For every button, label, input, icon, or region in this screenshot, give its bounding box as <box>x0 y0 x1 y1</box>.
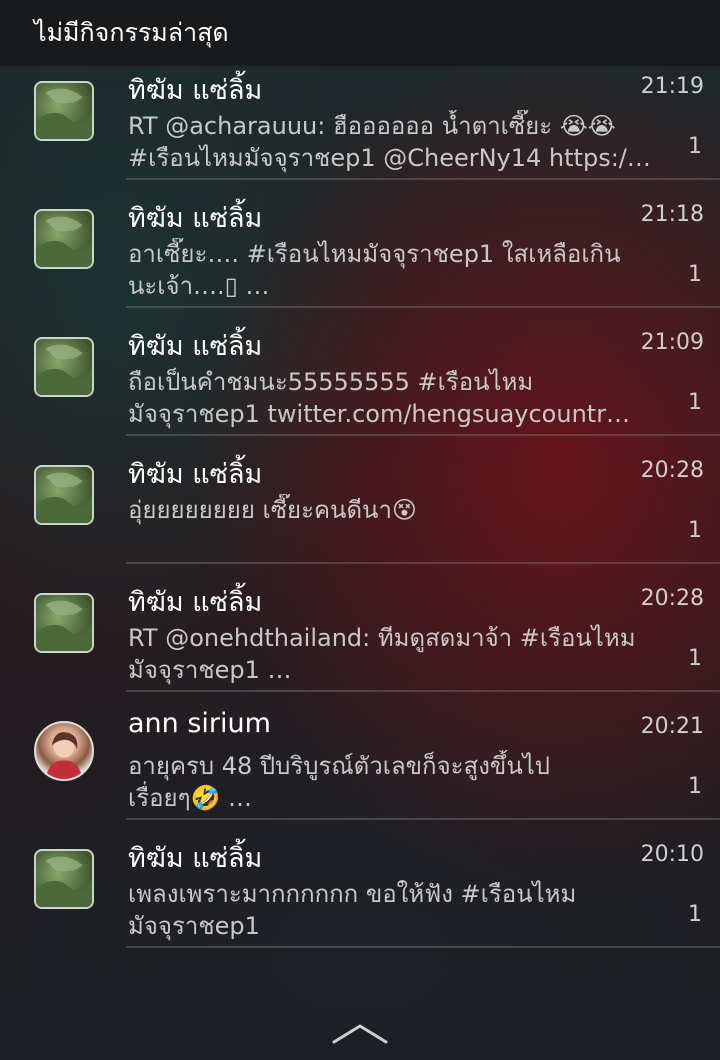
message-preview: RT @acharauuu: ฮืออออออ น้ำตาเซี๊ยะ 😭😭 #… <box>128 112 651 172</box>
sender-name: ทิฆัม แซ่ลิ้ม <box>128 843 263 874</box>
timestamp: 21:19 <box>640 74 704 99</box>
notification-item[interactable]: ทิฆัม แซ่ลิ้ม 20:28 RT @onehdthailand: ท… <box>0 564 720 692</box>
message-preview: เพลงเพราะมากกกกกก ขอให้ฟัง #เรือนไหม มัจ… <box>128 880 577 940</box>
avatar[interactable] <box>34 465 94 525</box>
divider <box>126 946 720 948</box>
sender-name: ann sirium <box>128 708 271 739</box>
avatar[interactable] <box>34 209 94 269</box>
count-badge: 1 <box>688 902 702 927</box>
notification-item[interactable]: ทิฆัม แซ่ลิ้ม 21:19 RT @acharauuu: ฮือออ… <box>0 52 720 180</box>
timestamp: 21:09 <box>640 330 704 355</box>
message-preview: อายุครบ 48 ปีบริบูรณ์ตัวเลขก็จะสูงขึ้นไป… <box>128 752 551 812</box>
sender-name: ทิฆัม แซ่ลิ้ม <box>128 459 263 490</box>
chevron-up-icon[interactable] <box>330 1018 390 1048</box>
notification-item[interactable]: ทิฆัม แซ่ลิ้ม 20:28 อุ่ยยยยยยยย เซี๊ยะคน… <box>0 436 720 564</box>
timestamp: 20:10 <box>640 842 704 867</box>
count-badge: 1 <box>688 390 702 415</box>
sender-name: ทิฆัม แซ่ลิ้ม <box>128 75 263 106</box>
sender-name: ทิฆัม แซ่ลิ้ม <box>128 331 263 362</box>
count-badge: 1 <box>688 774 702 799</box>
sender-name: ทิฆัม แซ่ลิ้ม <box>128 203 263 234</box>
message-preview: ถือเป็นคำชมนะ55555555 #เรือนไหม มัจจุราช… <box>128 368 631 428</box>
notification-item[interactable]: ann sirium 20:21 อายุครบ 48 ปีบริบูรณ์ตั… <box>0 692 720 820</box>
message-preview: อุ่ยยยยยยยย เซี๊ยะคนดีนา😵 <box>128 496 417 524</box>
avatar[interactable] <box>34 337 94 397</box>
avatar[interactable] <box>34 849 94 909</box>
timestamp: 21:18 <box>640 202 704 227</box>
avatar[interactable] <box>34 81 94 141</box>
count-badge: 1 <box>688 646 702 671</box>
header-bar: ไม่มีกิจกรรมล่าสุด <box>0 0 720 66</box>
notification-list[interactable]: ทิฆัม แซ่ลิ้ม 21:19 RT @acharauuu: ฮือออ… <box>0 50 720 950</box>
count-badge: 1 <box>688 134 702 159</box>
timestamp: 20:28 <box>640 458 704 483</box>
sender-name: ทิฆัม แซ่ลิ้ม <box>128 587 263 618</box>
avatar[interactable] <box>34 593 94 653</box>
timestamp: 20:21 <box>640 714 704 739</box>
message-preview: อาเซี๊ยะ…. #เรือนไหมมัจจุราชep1 ใสเหลือเ… <box>128 240 621 300</box>
notification-item[interactable]: ทิฆัม แซ่ลิ้ม 21:09 ถือเป็นคำชมนะ5555555… <box>0 308 720 436</box>
count-badge: 1 <box>688 262 702 287</box>
timestamp: 20:28 <box>640 586 704 611</box>
message-preview: RT @onehdthailand: ทีมดูสดมาจ้า #เรือนไห… <box>128 624 636 684</box>
notification-item[interactable]: ทิฆัม แซ่ลิ้ม 20:10 เพลงเพราะมากกกกกก ขอ… <box>0 820 720 948</box>
header-title: ไม่มีกิจกรรมล่าสุด <box>34 18 229 47</box>
notification-item[interactable]: ทิฆัม แซ่ลิ้ม 21:18 อาเซี๊ยะ…. #เรือนไหม… <box>0 180 720 308</box>
avatar[interactable] <box>34 721 94 781</box>
count-badge: 1 <box>688 518 702 543</box>
